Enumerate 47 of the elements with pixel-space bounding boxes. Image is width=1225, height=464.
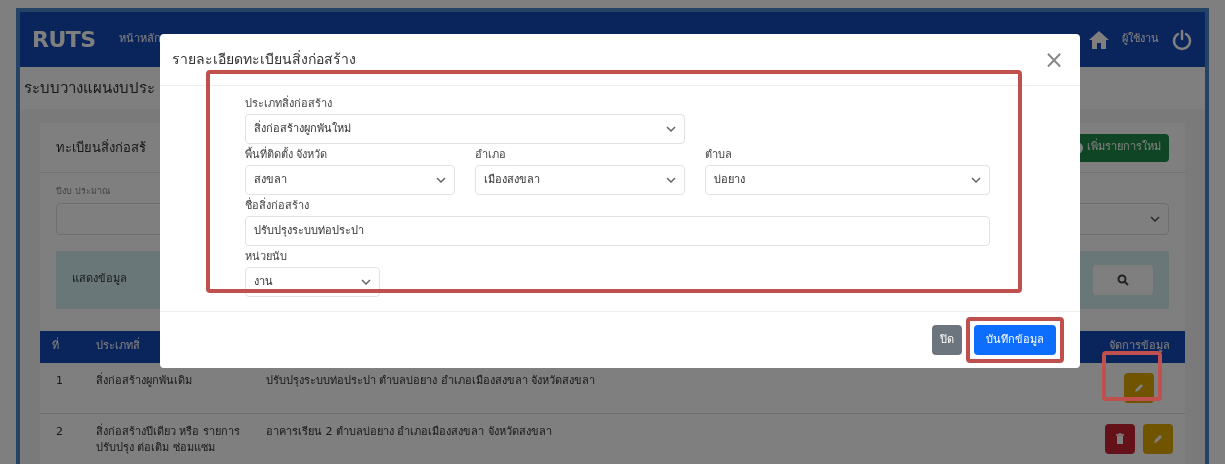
column-header: ประเภทสิ่ [95, 338, 141, 355]
column-header: ที่ [51, 338, 60, 355]
select-field[interactable]: สงขลา [245, 165, 455, 195]
table-cell-text: 2 [55, 423, 64, 440]
highlight-frame [1102, 351, 1162, 401]
select-field[interactable]: สิ่งก่อสร้างผูกพันใหม่ [245, 114, 685, 144]
save-button[interactable]: บันทึกข้อมูล [974, 325, 1056, 355]
field-label: พื้นที่ติดตั้ง จังหวัด [245, 147, 329, 163]
search-field[interactable] [1093, 264, 1153, 295]
trash-icon [1115, 432, 1125, 445]
logo[interactable]: RUTS [32, 23, 96, 56]
table-cell-text: สิ่งก่อสร้างผูกพันเดิม [95, 372, 193, 389]
close-button[interactable]: × [1039, 47, 1068, 72]
table-cell-text: ปรับปรุงระบบท่อประปา ตำบลบ่อยาง อำเภอเมืองสงขลา จังหวัดสงขลา [265, 372, 597, 389]
nav-link[interactable]: หน้าหลัก [119, 31, 162, 48]
cancel-button[interactable]: ปิด [932, 325, 962, 355]
chevron-down-icon [666, 126, 676, 132]
select-field[interactable]: เมืองสงขลา [475, 165, 685, 195]
input-field[interactable]: ปรับปรุงระบบท่อประปา [245, 216, 990, 246]
field-label: ประเภทสิ่งก่อสร้าง [245, 96, 333, 112]
table-cell-text: อาคารเรียน 2 ตำบลบ่อยาง อำเภอเมืองสงขลา จังหวัดสงขลา [265, 423, 553, 440]
modal-title: รายละเอียดทะเบียนสิ่งก่อสร้าง [172, 49, 356, 69]
select-field[interactable]: บ่อยาง [705, 165, 990, 195]
field-label: ชื่อสิ่งก่อสร้าง [245, 198, 310, 214]
chevron-down-icon [666, 177, 676, 183]
user-link[interactable]: ผู้ใช้งาน [1122, 31, 1159, 48]
chevron-down-icon [361, 279, 371, 285]
search-label: แสดงข้อมูล [72, 271, 127, 288]
field-label: หน่วยนับ [245, 249, 288, 265]
delete-button[interactable] [1105, 423, 1135, 454]
pencil-icon [1133, 381, 1145, 394]
chevron-down-icon [436, 177, 446, 183]
column-header: จัดการข้อมูล [1107, 338, 1171, 355]
chevron-down-icon [1150, 215, 1160, 222]
field-label: อำเภอ [475, 147, 507, 163]
edit-button[interactable] [1143, 423, 1173, 454]
field-label: ตำบล [705, 147, 733, 163]
pencil-icon [1152, 432, 1164, 445]
page-title: ระบบวางแผนงบประ [24, 77, 155, 99]
table-cell-text: 1 [55, 372, 64, 389]
chevron-down-icon [971, 177, 981, 183]
power-icon[interactable] [1171, 28, 1193, 51]
select-field[interactable]: งาน [245, 267, 380, 297]
search-icon [1117, 273, 1129, 286]
table-cell-text: สิ่งก่อสร้างปีเดียว หรือ รายการปรับปรุง ต่อเติม ซ่อมแซม [95, 423, 241, 456]
card-title: ทะเบียนสิ่งก่อสร้ [56, 138, 146, 157]
home-icon[interactable] [1088, 29, 1110, 50]
